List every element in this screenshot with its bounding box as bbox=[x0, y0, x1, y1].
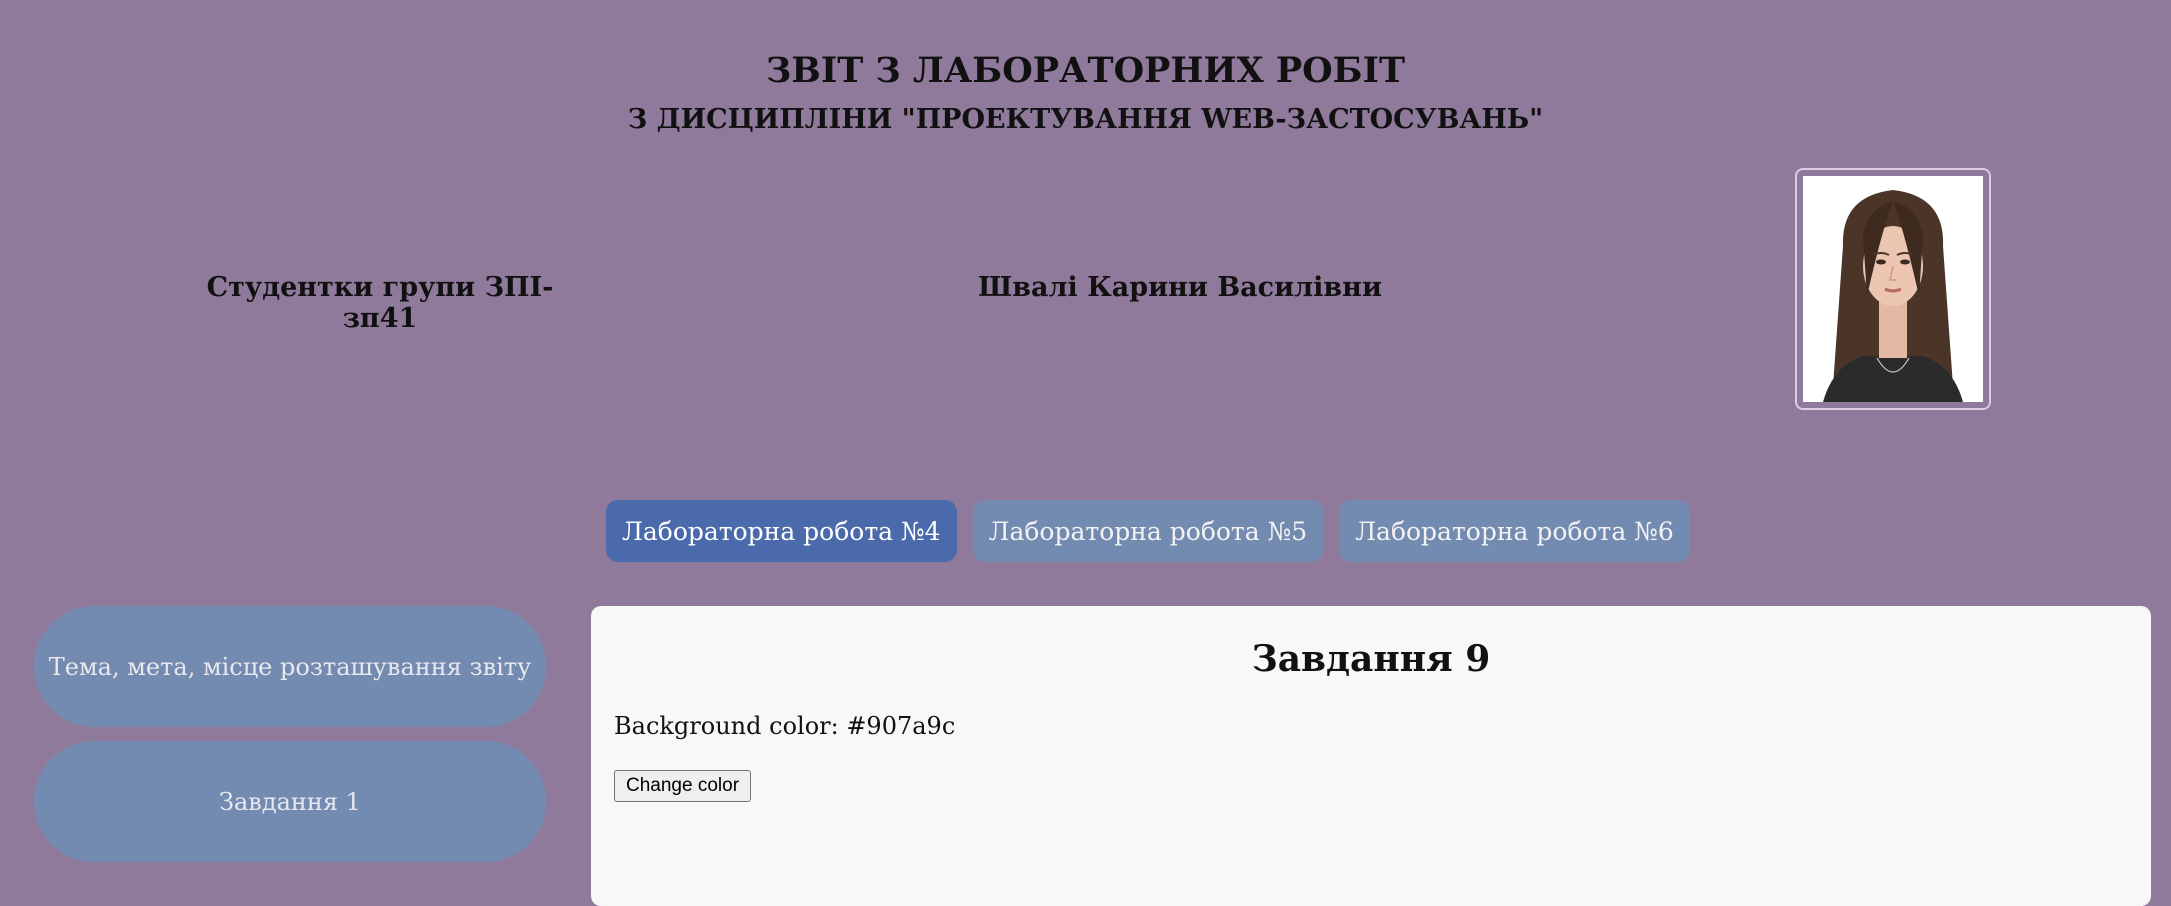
tab-lab-5[interactable]: Лабораторна робота №5 bbox=[972, 500, 1324, 562]
tab-lab-4[interactable]: Лабораторна робота №4 bbox=[606, 500, 957, 562]
background-color-label: Background color: #907a9c bbox=[614, 712, 956, 740]
lab-tabs: Лабораторна робота №4 Лабораторна робота… bbox=[606, 500, 1690, 562]
student-photo bbox=[1803, 176, 1983, 402]
student-group: Студентки групи ЗПІ-зп41 bbox=[206, 272, 554, 334]
sidebar-item-topic[interactable]: Тема, мета, місце розташування звіту bbox=[34, 606, 546, 727]
page-title: ЗВІТ З ЛАБОРАТОРНИХ РОБІТ bbox=[766, 50, 1405, 91]
content-panel: Завдання 9 Background color: #907a9c Cha… bbox=[591, 606, 2151, 906]
sidebar-item-task-1[interactable]: Завдання 1 bbox=[34, 741, 546, 862]
page-subtitle: З ДИСЦИПЛІНИ "ПРОЕКТУВАННЯ WEB-ЗАСТОСУВА… bbox=[627, 104, 1544, 135]
task-title: Завдання 9 bbox=[1251, 638, 1491, 680]
student-photo-frame bbox=[1795, 168, 1991, 410]
student-name: Швалі Карини Василівни bbox=[978, 272, 1382, 303]
change-color-button[interactable]: Change color bbox=[614, 770, 752, 802]
tab-lab-6[interactable]: Лабораторна робота №6 bbox=[1339, 500, 1690, 562]
